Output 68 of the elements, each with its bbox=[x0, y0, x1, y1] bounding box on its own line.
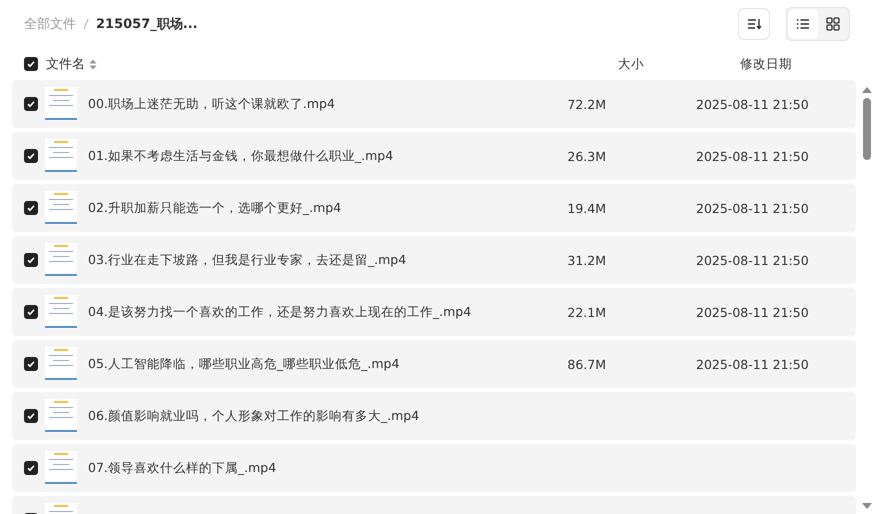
file-row[interactable]: 00.职场上迷茫无助，听这个课就欧了.mp4 72.2M 2025-08-11 21:50 bbox=[12, 80, 856, 128]
checkbox[interactable] bbox=[24, 57, 38, 71]
checkmark-icon bbox=[26, 203, 36, 213]
modified-date: 2025-08-11 21:50 bbox=[696, 252, 810, 268]
video-thumbnail bbox=[45, 139, 77, 173]
sort-icon[interactable] bbox=[89, 58, 97, 70]
video-thumbnail bbox=[45, 347, 77, 381]
modified-date: 2025-08-11 21:50 bbox=[696, 356, 810, 372]
checkbox[interactable] bbox=[24, 305, 38, 319]
file-name: 06.颜值影响就业吗，个人形象对工作的影响有多大_.mp4 bbox=[88, 408, 420, 424]
checkmark-icon bbox=[26, 99, 36, 109]
list-icon bbox=[796, 18, 810, 30]
checkbox[interactable] bbox=[24, 253, 38, 267]
checkbox[interactable] bbox=[24, 409, 38, 423]
file-size: 72.2M bbox=[566, 96, 606, 112]
checkbox[interactable] bbox=[24, 149, 38, 163]
video-thumbnail bbox=[45, 243, 77, 277]
scroll-down-icon[interactable] bbox=[862, 502, 872, 510]
checkmark-icon bbox=[26, 307, 36, 317]
file-row[interactable]: 07.领导喜欢什么样的下属_.mp4 bbox=[12, 444, 856, 492]
file-row[interactable]: 03.行业在走下坡路，但我是行业专家，去还是留_.mp4 31.2M 2025-08-11 21:50 bbox=[12, 236, 856, 284]
file-name: 02.升职加薪只能选一个，选哪个更好_.mp4 bbox=[88, 200, 342, 216]
sort-button[interactable] bbox=[738, 8, 770, 40]
column-header: 大小 bbox=[618, 56, 644, 72]
file-name: 04.是该努力找一个喜欢的工作，还是努力喜欢上现在的工作_.mp4 bbox=[88, 304, 472, 320]
column-header[interactable]: 文件名 bbox=[46, 55, 85, 73]
breadcrumb-link[interactable]: 215057_职场... bbox=[96, 15, 198, 33]
breadcrumb-separator bbox=[83, 18, 89, 30]
checkmark-icon bbox=[26, 255, 36, 265]
modified-date: 2025-08-11 21:50 bbox=[696, 96, 810, 112]
checkmark-icon bbox=[26, 151, 36, 161]
file-size: 31.2M bbox=[566, 252, 606, 268]
file-row[interactable]: 06.颜值影响就业吗，个人形象对工作的影响有多大_.mp4 bbox=[12, 392, 856, 440]
checkmark-icon bbox=[26, 359, 36, 369]
file-row[interactable]: 02.升职加薪只能选一个，选哪个更好_.mp4 19.4M 2025-08-11 21:50 bbox=[12, 184, 856, 232]
file-size: 86.7M bbox=[566, 356, 606, 372]
video-thumbnail bbox=[45, 87, 77, 121]
list-view-button[interactable] bbox=[788, 9, 818, 39]
modified-date: 2025-08-11 21:50 bbox=[696, 148, 810, 164]
checkmark-icon bbox=[26, 411, 36, 421]
checkbox[interactable] bbox=[24, 201, 38, 215]
file-name: 01.如果不考虑生活与金钱，你最想做什么职业_.mp4 bbox=[88, 148, 394, 164]
column-header: 修改日期 bbox=[740, 56, 792, 72]
file-row[interactable]: 04.是该努力找一个喜欢的工作，还是努力喜欢上现在的工作_.mp4 22.1M 2025-08-11 21:50 bbox=[12, 288, 856, 336]
checkmark-icon bbox=[26, 59, 36, 69]
video-thumbnail bbox=[45, 451, 77, 485]
checkbox[interactable] bbox=[24, 357, 38, 371]
file-size: 22.1M bbox=[566, 304, 606, 320]
video-thumbnail bbox=[45, 191, 77, 225]
file-name: 03.行业在走下坡路，但我是行业专家，去还是留_.mp4 bbox=[88, 252, 408, 268]
scrollbar-thumb[interactable] bbox=[863, 98, 871, 160]
file-size: 26.3M bbox=[566, 148, 606, 164]
file-size: 19.4M bbox=[566, 200, 606, 216]
sort-icon bbox=[746, 16, 762, 32]
scroll-up-icon[interactable] bbox=[862, 86, 872, 94]
file-row[interactable]: 05.人工智能降临，哪些职业高危_哪些职业低危_.mp4 86.7M 2025-08-11 21:50 bbox=[12, 340, 856, 388]
checkmark-icon bbox=[26, 463, 36, 473]
video-thumbnail bbox=[45, 399, 77, 433]
file-name: 05.人工智能降临，哪些职业高危_哪些职业低危_.mp4 bbox=[88, 356, 400, 372]
video-thumbnail bbox=[45, 295, 77, 329]
modified-date: 2025-08-11 21:50 bbox=[696, 200, 810, 216]
file-name: 00.职场上迷茫无助，听这个课就欧了.mp4 bbox=[88, 96, 336, 112]
grid-icon bbox=[826, 17, 840, 31]
modified-date: 2025-08-11 21:50 bbox=[696, 304, 810, 320]
checkbox[interactable] bbox=[24, 97, 38, 111]
file-row[interactable]: 01.如果不考虑生活与金钱，你最想做什么职业_.mp4 26.3M 2025-08-11 21:50 bbox=[12, 132, 856, 180]
file-name: 07.领导喜欢什么样的下属_.mp4 bbox=[88, 460, 278, 476]
checkbox[interactable] bbox=[24, 461, 38, 475]
